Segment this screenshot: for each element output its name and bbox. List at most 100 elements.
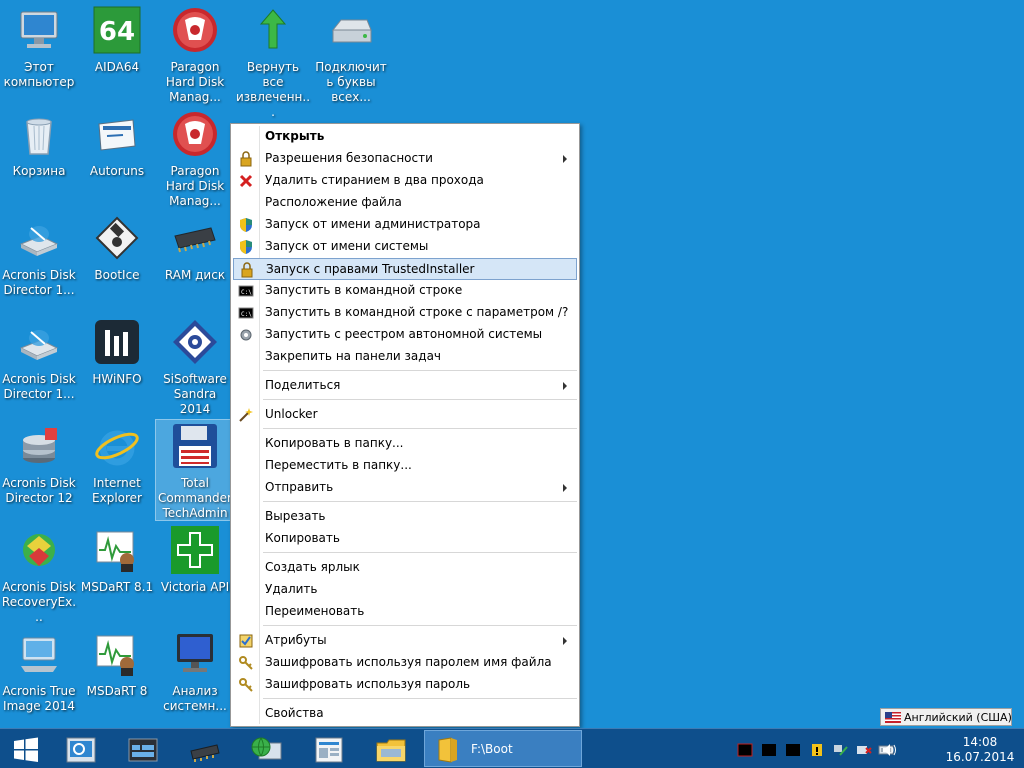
menu-item-send-to[interactable]: Отправить xyxy=(233,477,577,499)
tray-safely-remove[interactable] xyxy=(856,742,872,756)
desktop-icon-label: MSDaRT 8.1 xyxy=(80,580,154,594)
desktop-icon-hwinfo[interactable]: HWiNFO xyxy=(78,316,156,416)
desktop-icon-victoria[interactable]: Victoria API xyxy=(156,524,234,624)
desktop-icon-label: Paragon Hard Disk Manag... xyxy=(165,164,225,208)
start-button[interactable] xyxy=(0,731,58,767)
menu-item-unlocker[interactable]: Unlocker xyxy=(233,404,577,426)
msdart-icon xyxy=(96,635,134,676)
folder-icon xyxy=(438,737,457,763)
menu-item-label: Разрешения безопасности xyxy=(265,151,433,165)
taskbar-magnifier[interactable] xyxy=(52,731,110,767)
menu-item-label: Переместить в папку... xyxy=(265,458,412,472)
tray-action-center[interactable] xyxy=(809,742,825,756)
menu-item-label: Расположение файла xyxy=(265,195,402,209)
menu-item-label: Поделиться xyxy=(265,378,341,392)
desktop-icon-label: Вернуть все извлеченн... xyxy=(235,60,311,119)
desktop-icon-restore-all[interactable]: Вернуть все извлеченн... xyxy=(234,4,312,119)
menu-item-open[interactable]: Открыть xyxy=(233,126,577,148)
context-menu: Открыть Разрешения безопасности Удалить … xyxy=(230,123,580,727)
menu-item-delete[interactable]: Удалить xyxy=(233,579,577,601)
internet-explorer-icon xyxy=(95,430,139,466)
magnifier-icon xyxy=(66,737,96,763)
desktop-icon-bootice[interactable]: BootIce xyxy=(78,212,156,312)
sandra-icon xyxy=(173,320,217,364)
paragon-icon xyxy=(173,8,217,52)
menu-separator xyxy=(263,399,577,400)
menu-item-copy[interactable]: Копировать xyxy=(233,528,577,550)
desktop-icon-sandra[interactable]: SiSoftware Sandra 2014 xyxy=(156,316,234,416)
desktop-icon-acronis-recovery[interactable]: Acronis Disk RecoveryEx... xyxy=(0,524,78,624)
desktop-icon-system-analysis[interactable]: Анализ системн... xyxy=(156,628,234,728)
taskbar-network[interactable] xyxy=(238,731,296,767)
menu-item-encrypt-password[interactable]: Зашифровать используя пароль xyxy=(233,674,577,696)
desktop-icon-autoruns[interactable]: Autoruns xyxy=(78,108,156,208)
hwinfo-icon xyxy=(95,320,139,364)
keys-icon xyxy=(239,656,253,670)
menu-item-label: Копировать в папку... xyxy=(265,436,404,450)
menu-item-encrypt-filename[interactable]: Зашифровать используя паролем имя файла xyxy=(233,652,577,674)
file-explorer-icon xyxy=(376,739,406,762)
desktop-icon-msdart-81[interactable]: MSDaRT 8.1 xyxy=(78,524,156,624)
menu-item-copy-to-folder[interactable]: Копировать в папку... xyxy=(233,433,577,455)
desktop-icon-aida64[interactable]: 64 AIDA64 xyxy=(78,4,156,104)
desktop-icon-internet-explorer[interactable]: Internet Explorer xyxy=(78,420,156,520)
green-arrow-icon xyxy=(259,9,287,49)
desktop-icon-paragon-2[interactable]: Paragon Hard Disk Manag... xyxy=(156,108,234,208)
tray-volume[interactable] xyxy=(882,742,898,756)
menu-item-pin-taskbar[interactable]: Закрепить на панели задач xyxy=(233,346,577,368)
menu-item-share[interactable]: Поделиться xyxy=(233,375,577,397)
menu-item-security-permissions[interactable]: Разрешения безопасности xyxy=(233,148,577,170)
menu-item-label: Удалить xyxy=(265,582,318,596)
menu-item-properties[interactable]: Свойства xyxy=(233,703,577,725)
menu-item-run-offline-registry[interactable]: Запустить с реестром автономной системы xyxy=(233,324,577,346)
us-flag-icon xyxy=(885,712,901,723)
tray-item-2[interactable] xyxy=(761,742,777,756)
taskbar-control-panel[interactable] xyxy=(300,731,358,767)
desktop-icon-acronis-disk-director-1[interactable]: Acronis Disk Director 1... xyxy=(0,212,78,312)
desktop-icon-label: HWiNFO xyxy=(92,372,142,386)
menu-separator xyxy=(263,501,577,502)
desktop-icon-acronis-true-image[interactable]: Acronis True Image 2014 xyxy=(0,628,78,728)
menu-item-label: Копировать xyxy=(265,531,340,545)
menu-item-run-as-trustedinstaller[interactable]: Запуск с правами TrustedInstaller xyxy=(233,258,577,280)
desktop-icon-acronis-disk-director-12[interactable]: Acronis Disk Director 12 xyxy=(0,420,78,520)
desktop-icon-total-commander[interactable]: Total Commander TechAdmin xyxy=(155,419,235,521)
acronis-recovery-icon xyxy=(23,534,55,566)
desktop-icon-label: Victoria API xyxy=(160,580,230,594)
taskbar-ram[interactable] xyxy=(176,731,234,767)
menu-item-rename[interactable]: Переименовать xyxy=(233,601,577,623)
menu-item-run-in-cmd-help[interactable]: C:\ Запустить в командной строке с парам… xyxy=(233,302,577,324)
taskbar-active-window[interactable]: F:\Boot xyxy=(424,730,582,767)
desktop-icon-acronis-disk-director-1b[interactable]: Acronis Disk Director 1... xyxy=(0,316,78,416)
desktop-icon-ram-disk[interactable]: RAM диск xyxy=(156,212,234,312)
taskbar-file-explorer[interactable] xyxy=(362,731,420,767)
taskbar-clock[interactable]: 14:08 16.07.2014 xyxy=(940,735,1020,765)
language-indicator[interactable]: Английский (США) xyxy=(880,708,1012,726)
menu-item-run-as-admin[interactable]: Запуск от имени администратора xyxy=(233,214,577,236)
menu-item-run-as-system[interactable]: Запуск от имени системы xyxy=(233,236,577,258)
desktop-icon-recycle-bin[interactable]: Корзина xyxy=(0,108,78,208)
menu-item-move-to-folder[interactable]: Переместить в папку... xyxy=(233,455,577,477)
menu-item-run-in-cmd[interactable]: C:\ Запустить в командной строке xyxy=(233,280,577,302)
menu-item-attributes[interactable]: Атрибуты xyxy=(233,630,577,652)
desktop-icon-paragon-1[interactable]: Paragon Hard Disk Manag... xyxy=(156,4,234,104)
menu-item-cut[interactable]: Вырезать xyxy=(233,506,577,528)
menu-item-label: Запуск от имени системы xyxy=(265,239,429,253)
menu-item-file-location[interactable]: Расположение файла xyxy=(233,192,577,214)
magic-wand-icon xyxy=(239,408,253,422)
desktop-icon-this-pc[interactable]: Этот компьютер xyxy=(0,4,78,104)
taskbar-task-manager[interactable] xyxy=(114,731,172,767)
desktop-icon-label: Корзина xyxy=(12,164,66,178)
menu-item-create-shortcut[interactable]: Создать ярлык xyxy=(233,557,577,579)
desktop-icon-connect-drives[interactable]: Подключить буквы всех... xyxy=(312,4,390,104)
safely-remove-icon xyxy=(857,746,872,754)
attributes-icon xyxy=(239,634,253,648)
tray-item-1[interactable] xyxy=(737,742,753,757)
menu-item-wipe-delete[interactable]: Удалить стиранием в два прохода xyxy=(233,170,577,192)
tray-item-3[interactable] xyxy=(785,742,801,756)
desktop-icon-msdart-8[interactable]: MSDaRT 8 xyxy=(78,628,156,728)
menu-item-label: Удалить стиранием в два прохода xyxy=(265,173,484,187)
tray-network[interactable] xyxy=(832,742,848,756)
taskbar-window-label: F:\Boot xyxy=(471,742,513,756)
menu-item-label: Свойства xyxy=(265,706,324,720)
